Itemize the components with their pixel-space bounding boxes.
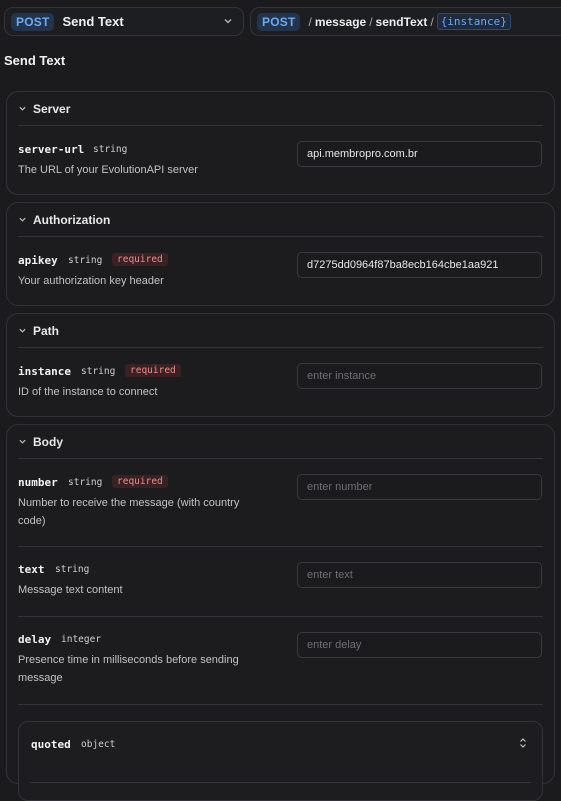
divider	[18, 125, 543, 126]
divider	[30, 782, 531, 783]
section-title: Authorization	[33, 212, 111, 227]
path-section: Path instance string required ID of the …	[6, 313, 555, 417]
field-name: quoted	[31, 738, 71, 751]
authorization-section: Authorization apikey string required You…	[6, 202, 555, 306]
body-section-header[interactable]: Body	[7, 425, 554, 458]
field-description: Message text content	[18, 584, 123, 596]
required-badge: required	[125, 364, 181, 377]
number-input[interactable]	[297, 474, 542, 500]
chevron-down-icon	[19, 439, 26, 444]
field-type: string	[55, 564, 90, 575]
text-input[interactable]	[297, 562, 542, 588]
field-description: Your authorization key header	[18, 275, 164, 287]
divider	[18, 704, 543, 705]
chevron-down-icon	[19, 217, 26, 222]
required-badge: required	[112, 475, 168, 488]
divider	[18, 236, 543, 237]
field-description: Number to receive the message (with coun…	[18, 497, 240, 527]
top-bar: POST Send Text POST / message / sendText…	[4, 7, 561, 36]
section-title: Body	[33, 434, 63, 449]
authorization-section-header[interactable]: Authorization	[7, 203, 554, 236]
field-name: apikey	[18, 254, 58, 267]
path-segment: message	[314, 14, 367, 29]
path-method-badge: POST	[257, 12, 301, 31]
field-type: string	[68, 255, 103, 266]
field-description: The URL of your EvolutionAPI server	[18, 164, 198, 176]
field-type: integer	[61, 634, 102, 645]
server-url-input[interactable]	[297, 141, 542, 167]
server-section-header[interactable]: Server	[7, 92, 554, 125]
delay-input[interactable]	[297, 632, 542, 658]
server-section: Server server-url string The URL of your…	[6, 91, 555, 195]
body-section: Body number string required Number to re…	[6, 424, 555, 801]
chevrons-up-down-icon[interactable]	[518, 737, 528, 749]
path-section-header[interactable]: Path	[7, 314, 554, 347]
instance-input[interactable]	[297, 363, 542, 389]
field-type: string	[93, 144, 128, 155]
page-title: Send Text	[4, 53, 66, 68]
method-badge: POST	[11, 12, 55, 31]
endpoint-path: POST / message / sendText / {instance}	[250, 7, 561, 36]
path-segment: sendText	[375, 14, 428, 29]
field-name: number	[18, 476, 58, 489]
field-type: string	[81, 366, 116, 377]
section-title: Path	[33, 323, 60, 338]
divider	[18, 546, 543, 547]
endpoint-name: Send Text	[62, 14, 124, 29]
apikey-input[interactable]	[297, 252, 542, 278]
chevron-down-icon	[224, 19, 232, 24]
field-description: Presence time in milliseconds before sen…	[18, 654, 239, 684]
endpoint-select[interactable]: POST Send Text	[4, 7, 244, 36]
section-title: Server	[33, 101, 71, 116]
divider	[18, 347, 543, 348]
field-description: ID of the instance to connect	[18, 386, 158, 398]
path-param-instance[interactable]: {instance}	[436, 13, 511, 30]
field-name: delay	[18, 633, 52, 646]
quoted-object-field[interactable]: quoted object	[18, 721, 543, 801]
field-name: text	[18, 563, 45, 576]
path-separator: /	[430, 14, 434, 29]
field-type: object	[81, 739, 116, 750]
divider	[18, 458, 543, 459]
chevron-down-icon	[19, 106, 26, 111]
field-name: instance	[18, 365, 71, 378]
field-type: string	[68, 477, 103, 488]
required-badge: required	[112, 253, 168, 266]
divider	[18, 616, 543, 617]
field-name: server-url	[18, 143, 85, 156]
path-separator: /	[369, 14, 373, 29]
chevron-down-icon	[19, 328, 26, 333]
path-separator: /	[308, 14, 312, 29]
